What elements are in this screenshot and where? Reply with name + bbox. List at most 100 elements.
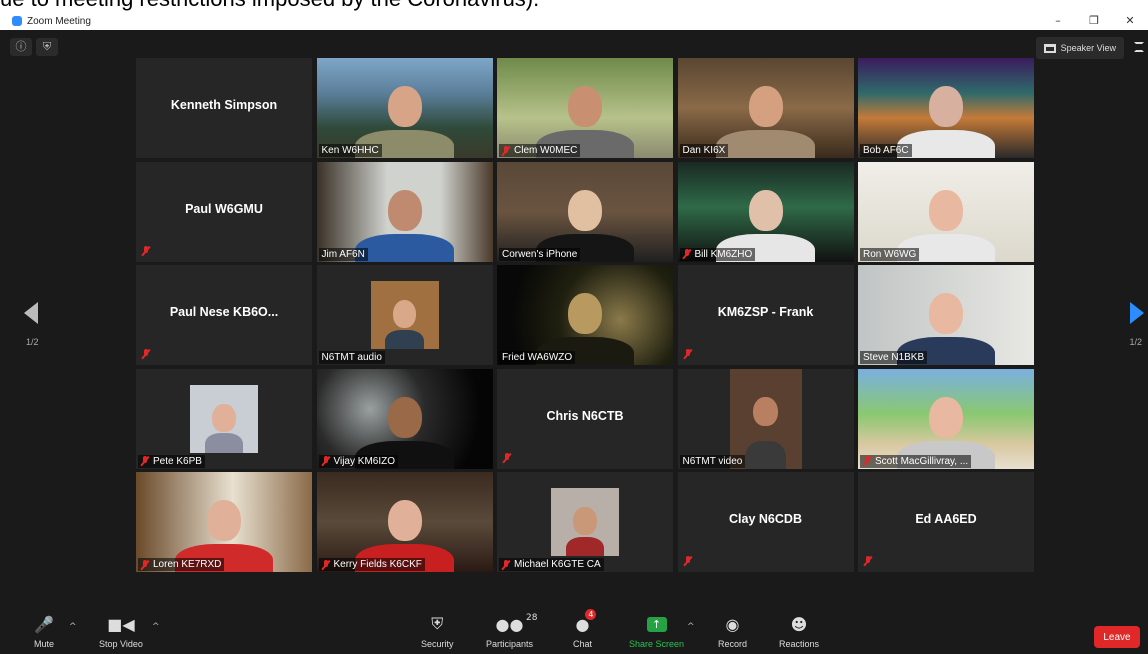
participant-video-frame xyxy=(190,384,258,453)
participant-name: Jim AF6N xyxy=(321,248,365,260)
participant-tile[interactable]: Fried WA6WZO xyxy=(497,265,673,365)
chat-button[interactable]: ● 4 Chat xyxy=(573,609,597,649)
participant-name-label: Dan KI6X xyxy=(679,144,729,157)
participant-tile[interactable]: Ron W6WG xyxy=(858,161,1034,262)
info-icon[interactable]: ⓘ xyxy=(10,38,32,56)
minimize-button[interactable]: – xyxy=(1040,12,1076,30)
participant-name-label: N6TMT audio xyxy=(318,351,385,364)
participant-tile[interactable]: Corwen's iPhone xyxy=(497,161,673,262)
participant-name-label: Kerry Fields K6CKF xyxy=(318,558,425,571)
participant-body xyxy=(355,233,454,262)
participant-tile[interactable]: N6TMT video xyxy=(677,368,854,469)
participant-name: Clem W0MEC xyxy=(514,145,578,156)
participant-name: Fried WA6WZO xyxy=(502,352,573,363)
participants-button[interactable]: ●● 28 Participants xyxy=(486,612,537,649)
muted-microphone-icon xyxy=(503,452,511,463)
participant-tile[interactable]: Kenneth Simpson xyxy=(136,58,312,158)
participant-name: Pete K6PB xyxy=(153,455,202,467)
muted-microphone-icon xyxy=(684,349,692,359)
participant-face xyxy=(387,86,422,128)
participant-name: Paul W6GMU xyxy=(185,201,263,216)
participant-tile[interactable]: Jim AF6N xyxy=(316,161,493,262)
participant-tile[interactable]: Pete K6PB xyxy=(136,368,312,469)
participant-tile[interactable]: Loren KE7RXD xyxy=(136,472,312,572)
security-button[interactable]: ⛨ Security xyxy=(421,612,454,649)
next-page-icon[interactable] xyxy=(1130,302,1144,324)
participant-tile[interactable]: Michael K6GTE CA xyxy=(497,472,673,572)
participant-name-label: Scott MacGillivray, ... xyxy=(860,454,972,468)
zoom-app-icon xyxy=(12,16,22,26)
record-button[interactable]: ◉ Record xyxy=(718,612,747,650)
participant-name: Loren KE7RXD xyxy=(153,559,222,570)
participant-tile[interactable]: Ed AA6ED xyxy=(858,472,1034,572)
audio-options-chevron-icon[interactable]: ^ xyxy=(69,622,77,632)
participant-face xyxy=(392,300,417,329)
leave-button[interactable]: Leave xyxy=(1094,626,1140,648)
participant-name: Clay N6CDB xyxy=(729,512,802,526)
participant-name-label: Ron W6WG xyxy=(860,247,920,261)
participant-tile[interactable]: Paul W6GMU xyxy=(136,161,312,262)
participant-video xyxy=(316,161,493,262)
participant-video xyxy=(858,58,1034,158)
participant-face xyxy=(929,396,963,438)
participant-tile[interactable]: Kerry Fields K6CKF xyxy=(316,472,493,572)
participant-video xyxy=(858,161,1034,262)
speaker-view-label: Speaker View xyxy=(1060,43,1116,53)
participant-video xyxy=(677,161,854,262)
participant-name-label: Bill KM6ZHO xyxy=(679,247,756,261)
muted-microphone-icon xyxy=(142,245,150,256)
muted-microphone-icon xyxy=(863,456,871,466)
reactions-button[interactable]: ☻ Reactions xyxy=(779,612,819,650)
speaker-view-button[interactable]: Speaker View xyxy=(1035,37,1124,59)
participant-tile[interactable]: Vijay KM6IZO xyxy=(316,368,493,469)
page-indicator-right: 1/2 xyxy=(1129,337,1142,347)
participant-name: Steve N1BKB xyxy=(863,352,925,363)
participant-video xyxy=(497,161,673,262)
participant-tile[interactable]: Clem W0MEC xyxy=(497,58,673,158)
participant-name-label: Clem W0MEC xyxy=(499,144,581,157)
participant-name: N6TMT audio xyxy=(321,352,382,363)
share-screen-button[interactable]: ↑ Share Screen xyxy=(629,612,684,649)
stop-video-button[interactable]: ■◀ Stop Video xyxy=(99,612,143,650)
participant-video xyxy=(858,265,1034,365)
speaker-view-icon xyxy=(1043,43,1056,53)
participant-tile[interactable]: Clay N6CDB xyxy=(677,472,854,572)
share-options-chevron-icon[interactable]: ^ xyxy=(687,622,695,632)
participant-face xyxy=(387,189,422,231)
participant-video xyxy=(316,472,493,572)
participant-tile[interactable]: Scott MacGillivray, ... xyxy=(858,368,1034,469)
restore-button[interactable]: ❐ xyxy=(1076,12,1112,30)
security-shield-icon: ⛨ xyxy=(431,614,444,633)
shield-icon[interactable]: ⛨ xyxy=(36,38,58,56)
participant-tile[interactable]: Bill KM6ZHO xyxy=(677,161,854,262)
participant-body xyxy=(385,329,424,349)
participant-tile[interactable]: Chris N6CTB xyxy=(497,368,673,469)
participant-video xyxy=(497,265,673,365)
participant-name: Dan KI6X xyxy=(682,145,726,156)
participant-name: Corwen's iPhone xyxy=(502,248,578,260)
participant-tile[interactable]: Dan KI6X xyxy=(677,58,854,158)
participant-face xyxy=(212,403,236,432)
participant-tile[interactable]: Steve N1BKB xyxy=(858,265,1034,365)
participant-face xyxy=(387,500,422,542)
participants-label: Participants xyxy=(486,639,534,649)
participant-tile[interactable]: KM6ZSP - Frank xyxy=(677,265,854,365)
record-icon: ◉ xyxy=(725,614,740,634)
participant-face xyxy=(568,293,602,335)
participant-face xyxy=(753,396,778,427)
participant-tile[interactable]: Bob AF6C xyxy=(858,58,1034,158)
previous-page-icon[interactable] xyxy=(24,302,38,324)
muted-microphone-icon xyxy=(322,456,330,466)
muted-microphone-icon xyxy=(141,456,149,466)
participant-video xyxy=(677,58,854,158)
participant-video-frame xyxy=(551,488,619,556)
participant-video-frame xyxy=(729,368,802,469)
participant-tile[interactable]: N6TMT audio xyxy=(316,265,493,365)
video-options-chevron-icon[interactable]: ^ xyxy=(152,622,160,632)
fullscreen-icon[interactable] xyxy=(1134,42,1144,52)
participant-tile[interactable]: Paul Nese KB6O... xyxy=(136,265,312,365)
security-label: Security xyxy=(421,639,454,649)
close-button[interactable]: ✕ xyxy=(1112,12,1148,30)
participant-tile[interactable]: Ken W6HHC xyxy=(316,58,493,158)
mute-button[interactable]: 🎤 Mute xyxy=(34,612,54,650)
